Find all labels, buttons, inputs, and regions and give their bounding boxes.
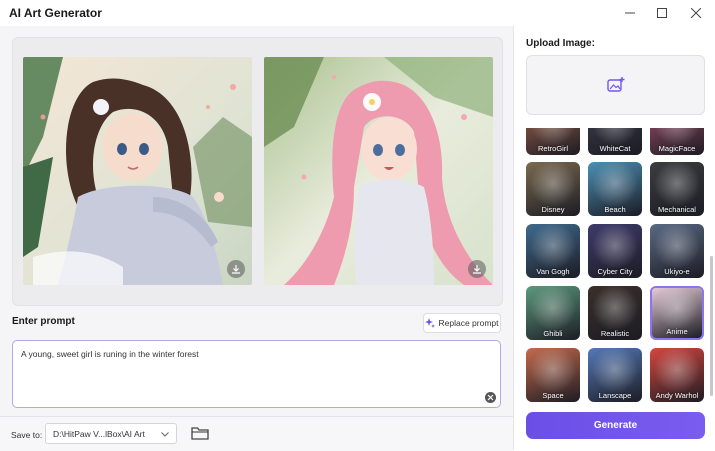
style-tile[interactable]: Andy Warhol	[650, 348, 704, 402]
prompt-input[interactable]: A young, sweet girl is runing in the win…	[12, 340, 501, 408]
result-image-1[interactable]	[23, 57, 252, 285]
sparkle-icon	[425, 318, 436, 328]
style-tile[interactable]: Beach	[588, 162, 642, 216]
style-name: Ghibli	[543, 329, 563, 338]
download-icon	[473, 265, 481, 274]
prompt-text: A young, sweet girl is runing in the win…	[21, 349, 199, 359]
style-name: Mechanical	[658, 205, 696, 214]
style-tile[interactable]: RetroGirl	[526, 128, 580, 155]
style-tile[interactable]: Cyber City	[588, 224, 642, 278]
close-icon	[487, 394, 494, 401]
replace-prompt-button[interactable]: Replace prompt	[423, 313, 501, 333]
style-tile[interactable]: Van Gogh	[526, 224, 580, 278]
style-tile[interactable]: Disney	[526, 162, 580, 216]
maximize-button[interactable]	[649, 4, 675, 22]
download-button[interactable]	[468, 260, 486, 278]
result-image-2[interactable]	[264, 57, 493, 285]
prompt-label: Enter prompt	[12, 316, 75, 327]
chevron-down-icon	[161, 432, 169, 437]
save-row: Save to: D:\HitPaw V...lBox\AI Art	[0, 416, 513, 451]
save-path-value: D:\HitPaw V...lBox\AI Art	[53, 429, 145, 439]
download-icon	[232, 265, 240, 274]
style-name: Beach	[604, 205, 626, 214]
folder-icon[interactable]	[191, 426, 209, 441]
style-tile[interactable]: Ukiyo-e	[650, 224, 704, 278]
result-gallery	[12, 37, 503, 306]
close-button[interactable]	[683, 4, 709, 22]
add-image-icon	[606, 77, 624, 92]
style-tile-selected[interactable]: Anime	[650, 286, 704, 340]
style-name: Realistic	[600, 329, 630, 338]
anime-girl-pink-hair-image	[264, 57, 493, 285]
style-name: Andy Warhol	[655, 391, 699, 400]
style-name: Space	[542, 391, 564, 400]
style-tile[interactable]: Ghibli	[526, 286, 580, 340]
style-tile[interactable]: Lanscape	[588, 348, 642, 402]
style-name: Ukiyo-e	[664, 267, 690, 276]
anime-girl-image	[23, 57, 252, 285]
style-grid: RetroGirl WhiteCat MagicFace Disney Beac…	[524, 128, 710, 402]
save-to-label: Save to:	[11, 430, 43, 440]
style-tile[interactable]: MagicFace	[650, 128, 704, 155]
replace-prompt-label: Replace prompt	[438, 318, 499, 328]
style-name: MagicFace	[658, 144, 696, 153]
upload-image-dropzone[interactable]	[526, 55, 705, 115]
style-name: Lanscape	[598, 391, 632, 400]
app-title: AI Art Generator	[9, 6, 102, 20]
style-name: WhiteCat	[599, 144, 631, 153]
download-button[interactable]	[227, 260, 245, 278]
style-panel: Upload Image: RetroGirl WhiteCat MagicFa…	[513, 26, 715, 450]
main-panel: Enter prompt Replace prompt A young, swe…	[0, 26, 513, 451]
minimize-icon	[625, 12, 635, 14]
close-icon	[691, 8, 701, 18]
maximize-icon	[657, 8, 667, 18]
save-path-select[interactable]: D:\HitPaw V...lBox\AI Art	[45, 423, 177, 444]
style-tile[interactable]: Mechanical	[650, 162, 704, 216]
clear-prompt-button[interactable]	[485, 392, 496, 403]
style-scrollbar[interactable]	[710, 256, 713, 396]
title-bar: AI Art Generator	[0, 0, 715, 26]
style-tile[interactable]: WhiteCat	[588, 128, 642, 155]
style-tile[interactable]: Space	[526, 348, 580, 402]
style-name: Anime	[666, 327, 688, 336]
style-tile[interactable]: Realistic	[588, 286, 642, 340]
upload-image-label: Upload Image:	[526, 38, 595, 49]
style-name: Disney	[541, 205, 565, 214]
minimize-button[interactable]	[617, 4, 643, 22]
style-name: Cyber City	[597, 267, 633, 276]
generate-button[interactable]: Generate	[526, 412, 705, 439]
style-name: RetroGirl	[537, 144, 568, 153]
style-name: Van Gogh	[536, 267, 570, 276]
